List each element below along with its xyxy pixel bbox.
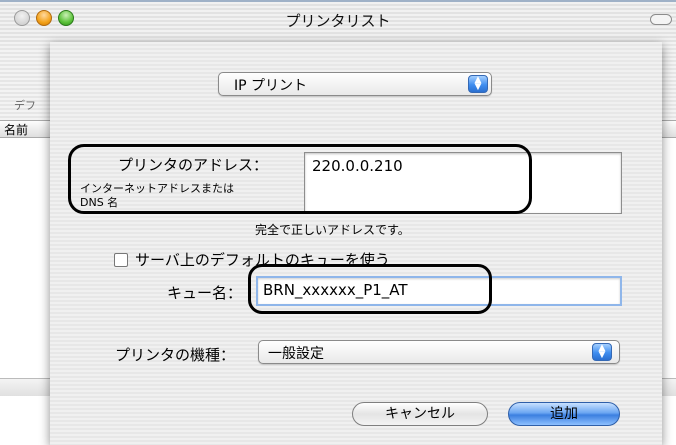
add-button[interactable]: 追加 bbox=[508, 402, 620, 426]
default-queue-checkbox[interactable] bbox=[114, 253, 128, 267]
toolbar-toggle-button[interactable] bbox=[650, 14, 672, 25]
up-down-arrows-icon[interactable]: ▲ ▼ bbox=[468, 75, 488, 93]
up-down-arrows-icon[interactable]: ▲ ▼ bbox=[592, 343, 612, 361]
add-printer-sheet bbox=[50, 42, 662, 445]
printer-model-value: 一般設定 bbox=[268, 346, 324, 362]
address-status-text: 完全で正しいアドレスです。 bbox=[255, 223, 410, 237]
printer-model-label: プリンタの機種： bbox=[115, 346, 236, 364]
cancel-button[interactable]: キャンセル bbox=[352, 402, 488, 426]
column-header-name[interactable]: 名前 bbox=[4, 121, 28, 138]
queue-name-label: キュー名： bbox=[167, 284, 243, 302]
window-title: プリンタリスト bbox=[285, 12, 391, 30]
queue-highlight-oval bbox=[248, 264, 492, 314]
address-highlight-oval bbox=[68, 144, 532, 214]
background-default-label: デフ bbox=[14, 99, 36, 112]
connection-type-value: IP プリント bbox=[234, 78, 308, 94]
